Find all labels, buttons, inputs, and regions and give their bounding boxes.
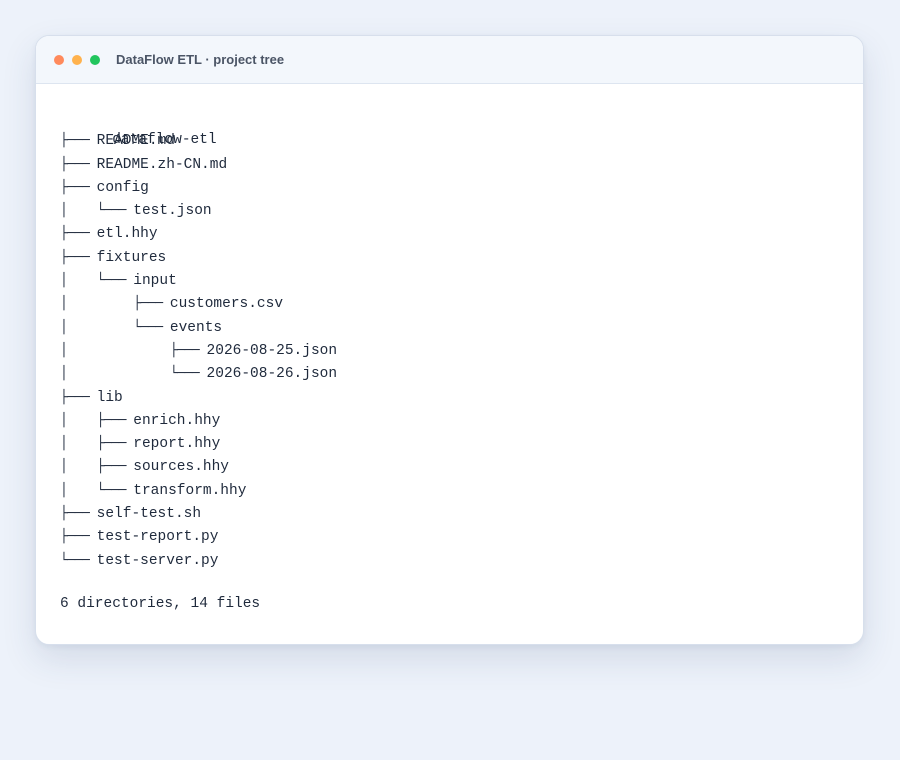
tree-branch-lines: ├─── <box>60 226 97 242</box>
tree-entry[interactable]: │ └─── input <box>60 269 337 292</box>
tree-branch-lines: │ ├─── <box>60 459 134 475</box>
tree-entry-name: sources.hhy <box>133 459 229 476</box>
tree-entry-name: 2026-08-25.json <box>206 342 338 359</box>
tree-entry[interactable]: │ └─── test.json <box>60 199 337 222</box>
tree-entry[interactable]: │ └─── 2026-08-26.json <box>60 362 337 385</box>
tree-branch-lines: │ └─── <box>60 203 134 219</box>
tree-entry-name: README.md <box>96 133 175 150</box>
tree-branch-lines: │ └─── <box>60 319 170 335</box>
tree-entry-name: input <box>133 273 177 290</box>
tree-entry-name: lib <box>96 389 123 406</box>
tree-entry-name: report.hhy <box>133 436 221 453</box>
tree-branch-lines: │ └─── <box>60 273 134 289</box>
tree-entry[interactable]: ├─── etl.hhy <box>60 222 337 245</box>
tree-entry-name: events <box>169 319 223 336</box>
tree-branch-lines: ├─── <box>60 179 97 195</box>
project-tree-window: DataFlow ETL · project tree dataflow-etl… <box>35 35 864 645</box>
tree-branch-lines: └─── <box>60 552 97 568</box>
tree-branch-lines: ├─── <box>60 156 97 172</box>
tree-entry-name: README.zh-CN.md <box>96 156 228 173</box>
tree-entry[interactable]: ├─── README.zh-CN.md <box>60 153 337 176</box>
tree-branch-lines: ├─── <box>60 529 97 545</box>
tree-entry-name: test.json <box>133 203 212 220</box>
tree-branch-lines: ├─── <box>60 389 97 405</box>
file-tree: dataflow-etl ├─── README.md ├─── README.z… <box>60 106 337 572</box>
tree-entry[interactable]: ├─── config <box>60 176 337 199</box>
tree-branch-lines: │ ├─── <box>60 412 134 428</box>
tree-branch-lines: │ └─── <box>60 482 134 498</box>
tree-entry[interactable]: │ ├─── 2026-08-25.json <box>60 339 337 362</box>
tree-entry-name: etl.hhy <box>96 226 158 243</box>
tree-entry[interactable]: ├─── README.md <box>60 129 337 152</box>
tree-entry[interactable]: │ ├─── report.hhy <box>60 432 337 455</box>
tree-entry-name: customers.csv <box>169 296 284 313</box>
tree-branch-lines: │ ├─── <box>60 342 207 358</box>
tree-branch-lines: ├─── <box>60 133 97 149</box>
minimize-window-button[interactable] <box>72 55 82 65</box>
zoom-window-button[interactable] <box>90 55 100 65</box>
tree-entry[interactable]: ├─── test-report.py <box>60 525 337 548</box>
tree-branch-lines: ├─── <box>60 249 97 265</box>
tree-branch-lines: ├─── <box>60 506 97 522</box>
tree-entry[interactable]: │ ├─── enrich.hhy <box>60 409 337 432</box>
tree-branch-lines: │ ├─── <box>60 296 170 312</box>
tree-entry[interactable]: ├─── fixtures <box>60 246 337 269</box>
tree-root[interactable]: dataflow-etl <box>60 106 337 148</box>
tree-summary: 6 directories, 14 files <box>60 596 261 612</box>
window-title: DataFlow ETL · project tree <box>116 52 285 67</box>
close-window-button[interactable] <box>54 55 64 65</box>
tree-entry[interactable]: ├─── lib <box>60 386 337 409</box>
tree-entry-name: test-server.py <box>96 552 219 569</box>
tree-entry-name: transform.hhy <box>133 482 247 499</box>
tree-entry[interactable]: │ ├─── sources.hhy <box>60 455 337 478</box>
tree-entry[interactable]: ├─── self-test.sh <box>60 502 337 525</box>
tree-branch-lines: │ └─── <box>60 366 207 382</box>
tree-entry-name: config <box>96 179 149 196</box>
tree-entry-name: self-test.sh <box>96 506 202 523</box>
tree-entry-name: fixtures <box>96 249 167 266</box>
tree-entry[interactable]: │ ├─── customers.csv <box>60 292 337 315</box>
tree-entry-name: enrich.hhy <box>133 412 221 429</box>
tree-branch-lines: │ ├─── <box>60 436 134 452</box>
tree-entry-name: test-report.py <box>96 529 219 546</box>
tree-entry[interactable]: │ └─── events <box>60 316 337 339</box>
tree-entry[interactable]: │ └─── transform.hhy <box>60 479 337 502</box>
tree-entry-name: 2026-08-26.json <box>206 366 338 383</box>
title-bar: DataFlow ETL · project tree <box>36 36 863 84</box>
tree-entry[interactable]: └─── test-server.py <box>60 549 337 572</box>
